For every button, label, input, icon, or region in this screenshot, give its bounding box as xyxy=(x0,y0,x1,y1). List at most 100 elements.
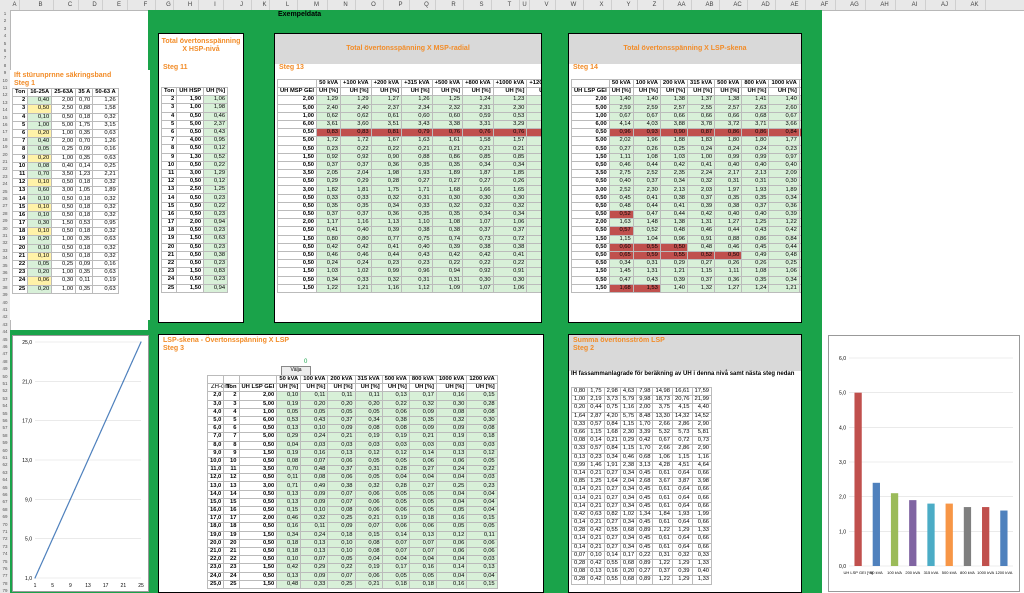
column-letter[interactable]: E xyxy=(111,0,128,10)
row-number[interactable]: 32 xyxy=(0,239,10,246)
row-number[interactable]: 5 xyxy=(0,40,10,47)
row-number[interactable]: 8 xyxy=(0,62,10,69)
column-letter[interactable]: S xyxy=(472,0,492,10)
row-number[interactable]: 71 xyxy=(0,528,10,535)
column-letter[interactable]: M xyxy=(306,0,328,10)
column-letter[interactable]: O xyxy=(364,0,384,10)
row-number[interactable]: 59 xyxy=(0,439,10,446)
column-letter[interactable]: R xyxy=(444,0,464,10)
column-letter[interactable]: J xyxy=(232,0,252,10)
row-number[interactable]: 43 xyxy=(0,321,10,328)
row-number[interactable]: 65 xyxy=(0,484,10,491)
row-number[interactable]: 74 xyxy=(0,550,10,557)
column-letter[interactable]: AF xyxy=(814,0,836,10)
column-letter[interactable]: AA xyxy=(672,0,692,10)
column-letter[interactable]: D xyxy=(87,0,103,10)
row-number[interactable]: 64 xyxy=(0,476,10,483)
column-letter[interactable]: A xyxy=(10,0,20,10)
column-letter[interactable]: P xyxy=(392,0,410,10)
row-number[interactable]: 33 xyxy=(0,247,10,254)
row-number[interactable]: 40 xyxy=(0,299,10,306)
row-number[interactable]: 75 xyxy=(0,558,10,565)
row-number[interactable]: 11 xyxy=(0,84,10,91)
column-letter[interactable]: Z xyxy=(646,0,664,10)
row-number[interactable]: 48 xyxy=(0,358,10,365)
row-number[interactable]: 66 xyxy=(0,491,10,498)
row-number[interactable]: 3 xyxy=(0,25,10,32)
row-number[interactable]: 15 xyxy=(0,114,10,121)
row-number[interactable]: 52 xyxy=(0,387,10,394)
column-letter[interactable]: H xyxy=(182,0,199,10)
row-number[interactable]: 57 xyxy=(0,424,10,431)
row-number[interactable]: 51 xyxy=(0,380,10,387)
row-number[interactable]: 55 xyxy=(0,410,10,417)
row-number[interactable]: 67 xyxy=(0,498,10,505)
row-number[interactable]: 10 xyxy=(0,77,10,84)
column-letter[interactable]: G xyxy=(164,0,174,10)
row-number[interactable]: 36 xyxy=(0,269,10,276)
row-number[interactable]: 63 xyxy=(0,469,10,476)
row-number[interactable]: 18 xyxy=(0,136,10,143)
column-letter[interactable]: V xyxy=(538,0,556,10)
row-number[interactable]: 19 xyxy=(0,143,10,150)
column-letter[interactable]: K xyxy=(260,0,270,10)
column-letter[interactable]: C xyxy=(62,0,79,10)
row-number[interactable]: 30 xyxy=(0,225,10,232)
row-number[interactable]: 22 xyxy=(0,165,10,172)
row-number[interactable]: 72 xyxy=(0,535,10,542)
row-number[interactable]: 27 xyxy=(0,202,10,209)
row-number[interactable]: 53 xyxy=(0,395,10,402)
row-number[interactable]: 60 xyxy=(0,447,10,454)
row-number[interactable]: 56 xyxy=(0,417,10,424)
row-number[interactable]: 14 xyxy=(0,106,10,113)
row-number[interactable]: 76 xyxy=(0,565,10,572)
row-number[interactable]: 7 xyxy=(0,54,10,61)
row-number[interactable]: 68 xyxy=(0,506,10,513)
column-letter[interactable]: N xyxy=(336,0,356,10)
row-number[interactable]: 46 xyxy=(0,343,10,350)
column-letter[interactable]: X xyxy=(592,0,612,10)
row-number[interactable]: 17 xyxy=(0,128,10,135)
row-number[interactable]: 70 xyxy=(0,521,10,528)
column-letter[interactable]: AJ xyxy=(934,0,956,10)
column-letter[interactable]: L xyxy=(278,0,298,10)
row-number[interactable]: 25 xyxy=(0,188,10,195)
row-number[interactable]: 29 xyxy=(0,217,10,224)
column-letter[interactable]: Y xyxy=(620,0,638,10)
column-letter[interactable]: T xyxy=(500,0,520,10)
row-number[interactable]: 9 xyxy=(0,69,10,76)
row-number[interactable]: 34 xyxy=(0,254,10,261)
row-number[interactable]: 45 xyxy=(0,336,10,343)
row-number[interactable]: 28 xyxy=(0,210,10,217)
row-number[interactable]: 69 xyxy=(0,513,10,520)
row-number[interactable]: 73 xyxy=(0,543,10,550)
row-number[interactable]: 20 xyxy=(0,151,10,158)
row-number[interactable]: 37 xyxy=(0,276,10,283)
column-letter[interactable]: B xyxy=(28,0,54,10)
row-number[interactable]: 62 xyxy=(0,461,10,468)
row-number[interactable]: 4 xyxy=(0,32,10,39)
row-number[interactable]: 49 xyxy=(0,365,10,372)
column-letter[interactable]: AC xyxy=(728,0,748,10)
column-letter[interactable]: I xyxy=(207,0,224,10)
row-number[interactable]: 41 xyxy=(0,306,10,313)
row-number[interactable]: 58 xyxy=(0,432,10,439)
row-number[interactable]: 77 xyxy=(0,572,10,579)
row-number[interactable]: 16 xyxy=(0,121,10,128)
row-number[interactable]: 42 xyxy=(0,313,10,320)
column-letter[interactable]: AK xyxy=(964,0,986,10)
column-letter[interactable]: Q xyxy=(418,0,436,10)
column-letter[interactable]: F xyxy=(136,0,156,10)
row-number[interactable]: 38 xyxy=(0,284,10,291)
row-number[interactable]: 44 xyxy=(0,328,10,335)
row-number[interactable]: 2 xyxy=(0,17,10,24)
column-letter[interactable]: U xyxy=(520,0,530,10)
row-number[interactable]: 35 xyxy=(0,262,10,269)
column-letter[interactable]: AE xyxy=(784,0,806,10)
row-number[interactable]: 26 xyxy=(0,195,10,202)
row-number[interactable]: 24 xyxy=(0,180,10,187)
row-number[interactable]: 78 xyxy=(0,580,10,587)
column-letter[interactable]: AH xyxy=(874,0,896,10)
column-letter[interactable]: AD xyxy=(756,0,776,10)
column-letter[interactable]: AG xyxy=(844,0,866,10)
